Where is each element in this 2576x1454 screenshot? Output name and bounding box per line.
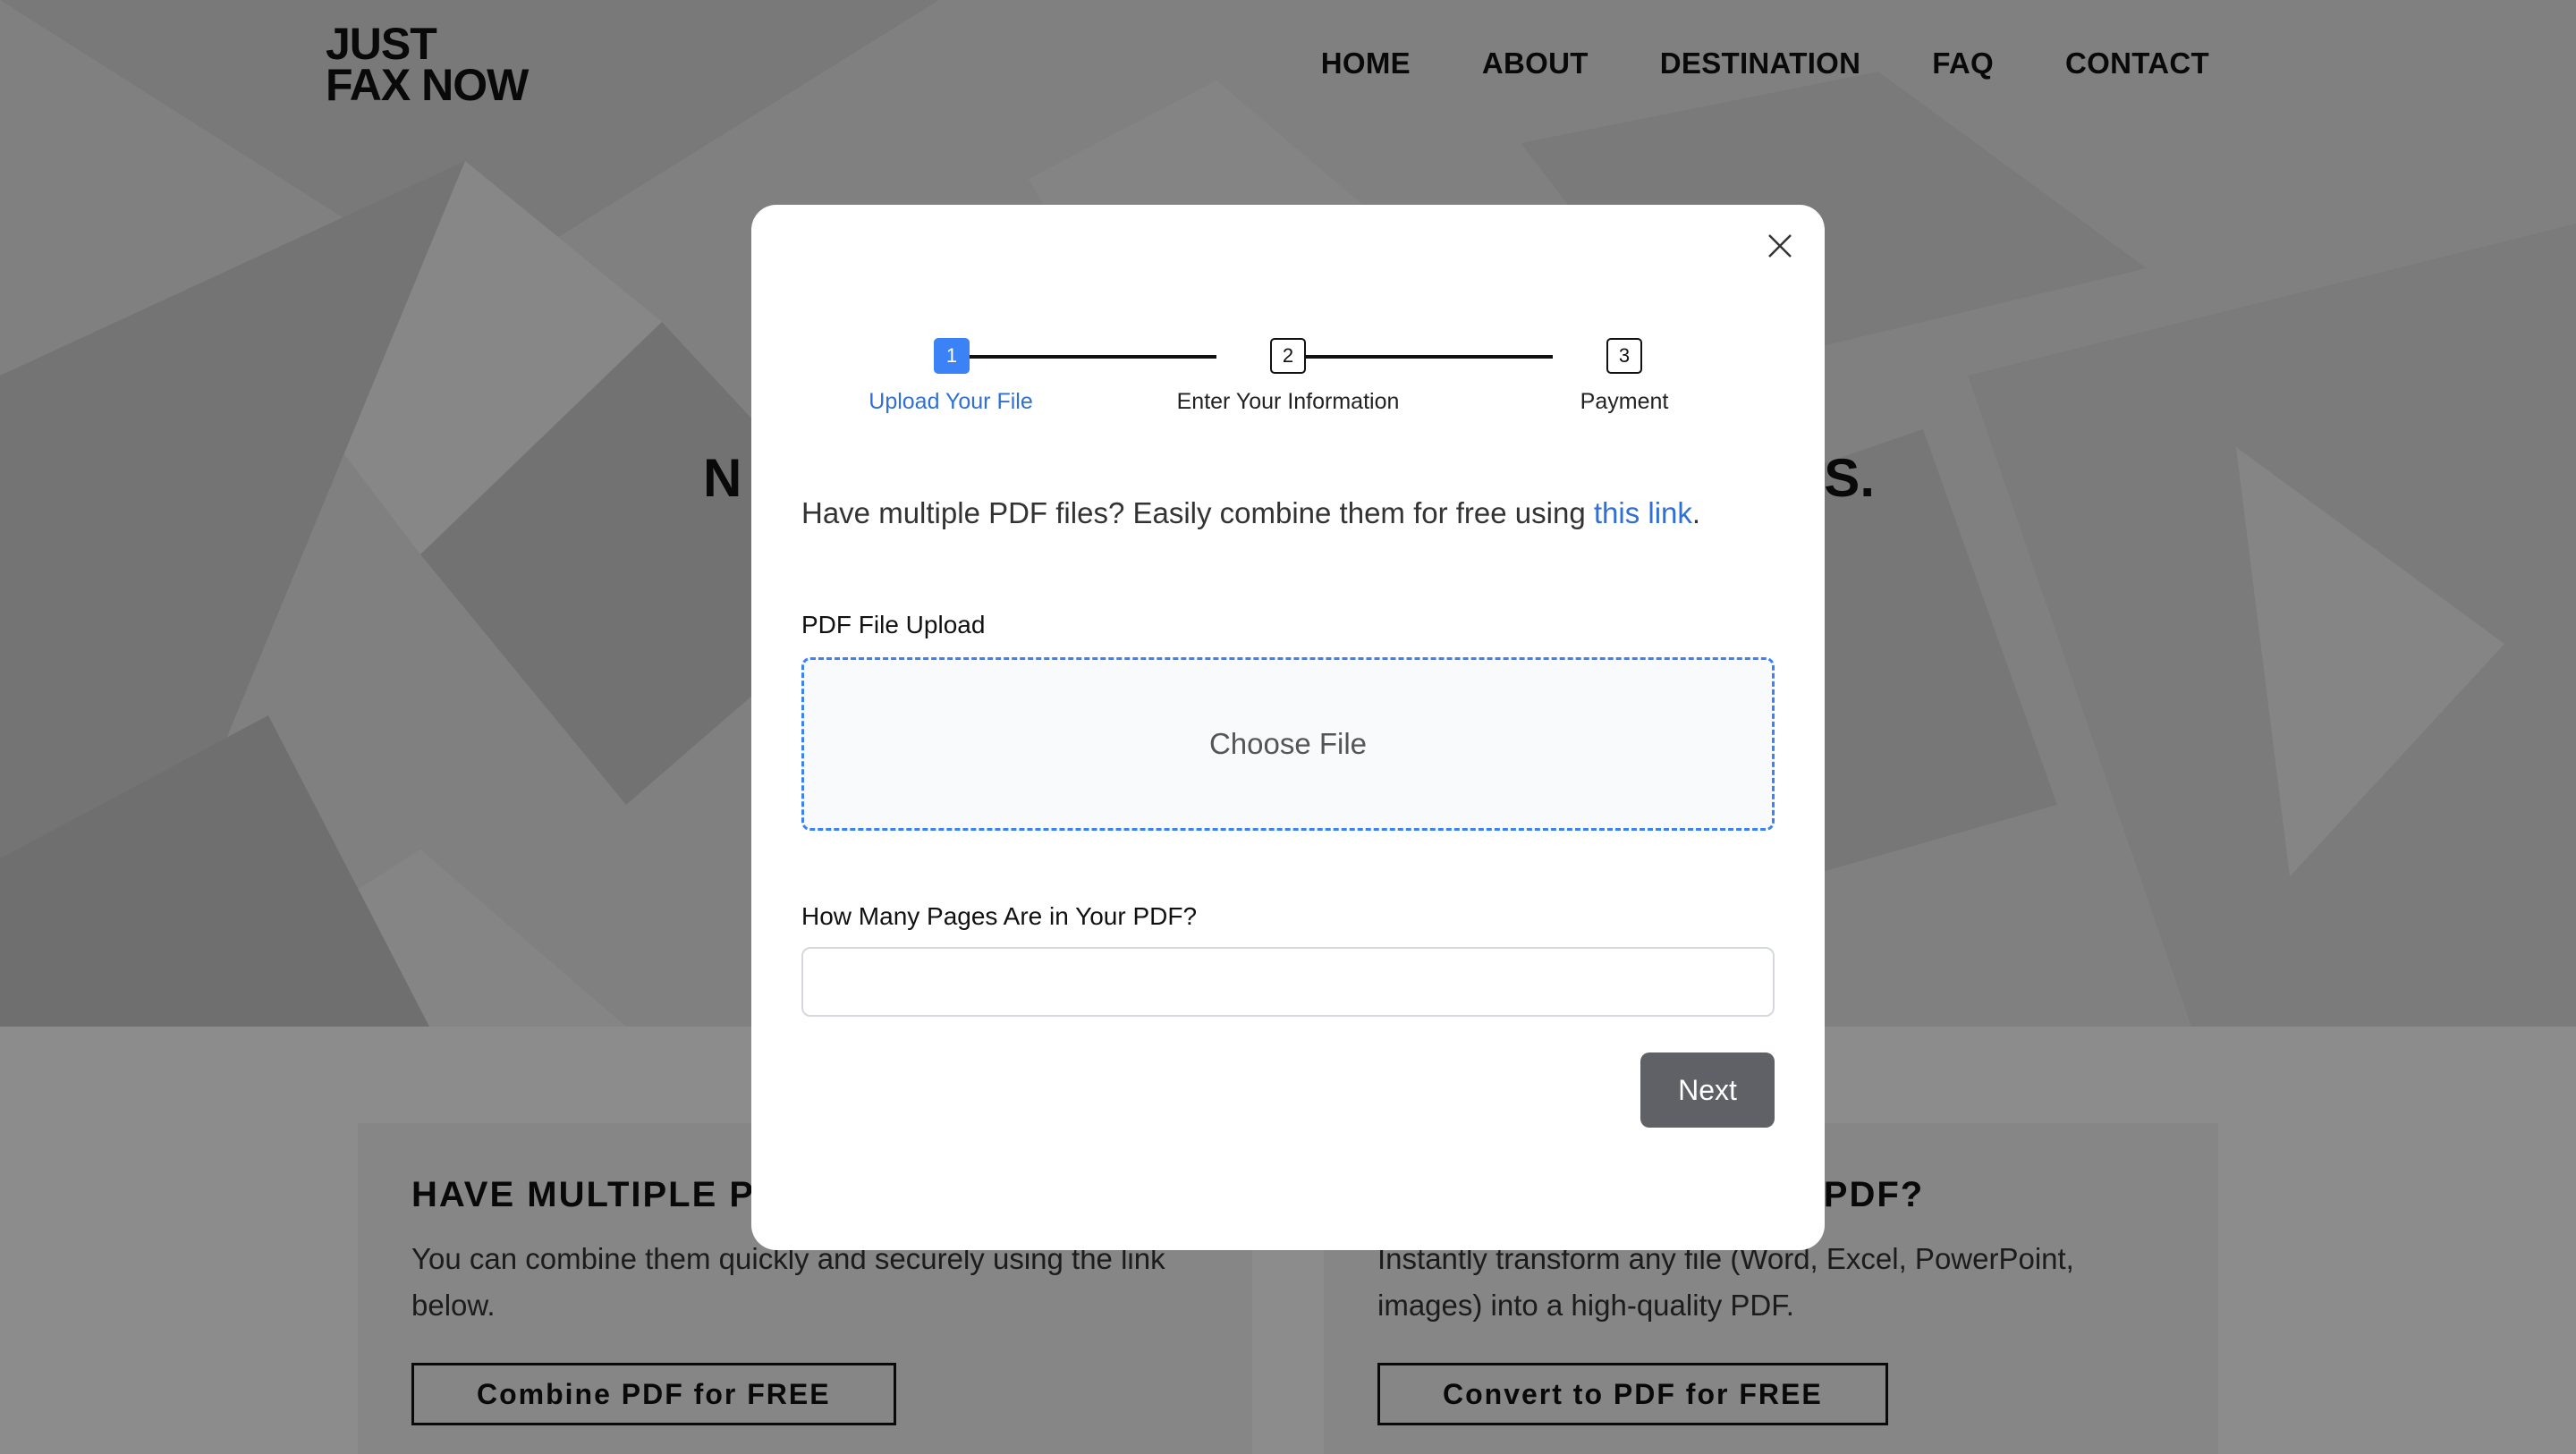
upload-label: PDF File Upload <box>801 611 986 638</box>
page: JUST FAX NOW HOME ABOUT DESTINATION FAQ … <box>0 0 2576 1454</box>
step-2-indicator: 2 <box>1270 338 1306 374</box>
step-connector-1 <box>934 355 1216 359</box>
step-1-label: Upload Your File <box>869 389 1033 414</box>
choose-file-label: Choose File <box>1208 727 1368 760</box>
intro-end: . <box>1691 496 1701 529</box>
file-upload-dropzone[interactable]: Choose File <box>801 657 1775 831</box>
close-button[interactable] <box>1762 228 1798 264</box>
page-count-input[interactable] <box>801 947 1775 1017</box>
step-1-indicator: 1 <box>934 338 970 374</box>
combine-link[interactable]: this link <box>1594 496 1692 529</box>
upload-modal: 1 2 3 Upload Your File Enter Your Inform… <box>751 205 1825 1250</box>
close-icon <box>1768 234 1792 258</box>
combine-intro: Have multiple PDF files? Easily combine … <box>801 496 1700 530</box>
step-3-indicator: 3 <box>1606 338 1642 374</box>
pages-label: How Many Pages Are in Your PDF? <box>801 902 1198 930</box>
next-button[interactable]: Next <box>1640 1052 1775 1128</box>
intro-text: Have multiple PDF files? Easily combine … <box>801 496 1594 529</box>
step-3-label: Payment <box>1580 389 1669 414</box>
step-connector-2 <box>1270 355 1553 359</box>
step-2-label: Enter Your Information <box>1176 389 1400 414</box>
